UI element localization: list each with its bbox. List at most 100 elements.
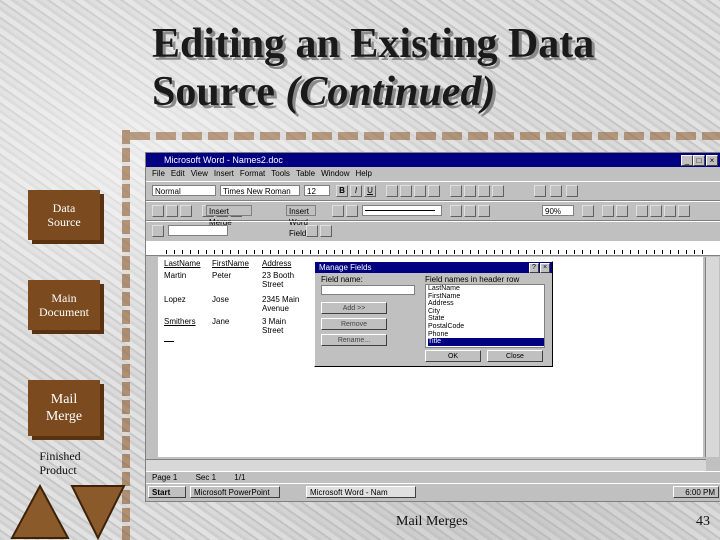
menu-item-help[interactable]: Help: [356, 169, 372, 178]
redo-icon[interactable]: [346, 205, 358, 217]
justify-icon[interactable]: [428, 185, 440, 197]
dialog-help-button[interactable]: ?: [529, 263, 539, 273]
field-list-item[interactable]: Phone: [428, 331, 544, 339]
menu-item-window[interactable]: Window: [321, 169, 349, 178]
field-list-item[interactable]: City: [428, 308, 544, 316]
manage-fields-icon[interactable]: [650, 205, 662, 217]
align-right-icon[interactable]: [414, 185, 426, 197]
align-left-icon[interactable]: [386, 185, 398, 197]
size-combo[interactable]: 12: [304, 185, 330, 196]
field-list-item[interactable]: LastName: [428, 285, 544, 293]
ruler-tick: [334, 250, 335, 254]
decorative-top-rail: [130, 132, 720, 140]
add-field-button[interactable]: Add >>: [321, 302, 387, 314]
ruler-tick: [670, 250, 671, 254]
ruler-tick: [470, 250, 471, 254]
field-name-label: Field name:: [321, 275, 363, 284]
dialog-titlebar: Manage Fields ? ×: [315, 262, 552, 273]
ruler-tick: [414, 250, 415, 254]
manage-fields-dialog: Manage Fields ? × Field name: Field name…: [314, 261, 553, 367]
minimize-button[interactable]: _: [681, 155, 693, 166]
decorative-rail: [122, 130, 130, 540]
font-color-icon[interactable]: [566, 185, 578, 197]
ok-button[interactable]: OK: [425, 350, 481, 362]
add-record-icon[interactable]: [664, 205, 676, 217]
ruler-tick: [206, 250, 207, 254]
next-slide-icon[interactable]: [70, 485, 126, 540]
field-list-item[interactable]: Address: [428, 300, 544, 308]
insert-merge-field-button[interactable]: Insert Merge Field: [206, 205, 252, 238]
border-style-combo[interactable]: [362, 205, 442, 216]
menu-item-edit[interactable]: Edit: [171, 169, 185, 178]
ruler-tick: [542, 250, 543, 254]
ruler-tick: [270, 250, 271, 254]
excel-icon[interactable]: [464, 205, 476, 217]
insert-word-field-button[interactable]: Insert Word Field: [286, 205, 316, 238]
title-line-2: Source (Continued): [152, 68, 712, 116]
data-form-icon[interactable]: [636, 205, 648, 217]
borders-icon[interactable]: [534, 185, 546, 197]
open-icon[interactable]: [166, 205, 178, 217]
dialog-close-icon[interactable]: ×: [540, 263, 550, 273]
vertical-scrollbar[interactable]: [705, 257, 719, 457]
ruler-tick: [278, 250, 279, 254]
ruler-tick: [422, 250, 423, 254]
field-name-input[interactable]: [321, 285, 415, 295]
close-button[interactable]: ×: [706, 155, 718, 166]
menu-item-tools[interactable]: Tools: [271, 169, 290, 178]
table-cell: Jose: [212, 295, 229, 304]
dialog-close-button[interactable]: Close: [487, 350, 543, 362]
previous-slide-icon[interactable]: [10, 484, 70, 539]
table-cell: 23 Booth Street: [262, 271, 295, 289]
field-list-item[interactable]: FirstName: [428, 293, 544, 301]
bullets-icon[interactable]: [464, 185, 476, 197]
find-record-icon[interactable]: [306, 225, 318, 237]
numbering-icon[interactable]: [450, 185, 462, 197]
new-document-icon[interactable]: [152, 205, 164, 217]
increase-indent-icon[interactable]: [492, 185, 504, 197]
menu-item-file[interactable]: File: [152, 169, 165, 178]
menu-item-view[interactable]: View: [191, 169, 208, 178]
bold-button[interactable]: B: [336, 185, 348, 197]
sort-descending-icon[interactable]: [616, 205, 628, 217]
table-tab-icon[interactable]: [152, 225, 164, 237]
table-icon[interactable]: [450, 205, 462, 217]
ruler-tick: [486, 250, 487, 254]
row-combo[interactable]: [168, 225, 228, 236]
undo-icon[interactable]: [332, 205, 344, 217]
field-list-item[interactable]: State: [428, 315, 544, 323]
rename-field-button[interactable]: Rename...: [321, 334, 387, 346]
sort-ascending-icon[interactable]: [602, 205, 614, 217]
horizontal-ruler[interactable]: [146, 241, 720, 256]
ruler-tick: [374, 250, 375, 254]
decrease-indent-icon[interactable]: [478, 185, 490, 197]
ruler-tick: [454, 250, 455, 254]
ruler-tick: [686, 250, 687, 254]
menu-item-insert[interactable]: Insert: [214, 169, 234, 178]
ruler-tick: [294, 250, 295, 254]
italic-button[interactable]: I: [350, 185, 362, 197]
field-list-item[interactable]: Title: [428, 338, 544, 346]
underline-button[interactable]: U: [364, 185, 376, 197]
align-center-icon[interactable]: [400, 185, 412, 197]
menu-item-table[interactable]: Table: [296, 169, 315, 178]
highlight-icon[interactable]: [550, 185, 562, 197]
field-names-list[interactable]: LastName FirstName Address City State PostalC…: [425, 284, 545, 348]
maximize-button[interactable]: □: [693, 155, 705, 166]
taskbar-item-powerpoint[interactable]: Microsoft PowerPoint: [190, 486, 280, 498]
ruler-tick: [238, 250, 239, 254]
font-combo[interactable]: Times New Roman: [220, 185, 300, 196]
ruler-tick: [190, 250, 191, 254]
mail-merge-main-doc-icon[interactable]: [320, 225, 332, 237]
taskbar-item-word[interactable]: Microsoft Word - Nam: [306, 486, 416, 498]
menu-item-format[interactable]: Format: [240, 169, 265, 178]
zoom-combo[interactable]: 90%: [542, 205, 574, 216]
remove-field-button[interactable]: Remove: [321, 318, 387, 330]
start-button[interactable]: Start: [148, 486, 186, 498]
delete-record-icon[interactable]: [678, 205, 690, 217]
save-icon[interactable]: [180, 205, 192, 217]
style-combo[interactable]: Normal: [152, 185, 216, 196]
field-list-item[interactable]: PostalCode: [428, 323, 544, 331]
help-icon[interactable]: [582, 205, 594, 217]
columns-icon[interactable]: [478, 205, 490, 217]
